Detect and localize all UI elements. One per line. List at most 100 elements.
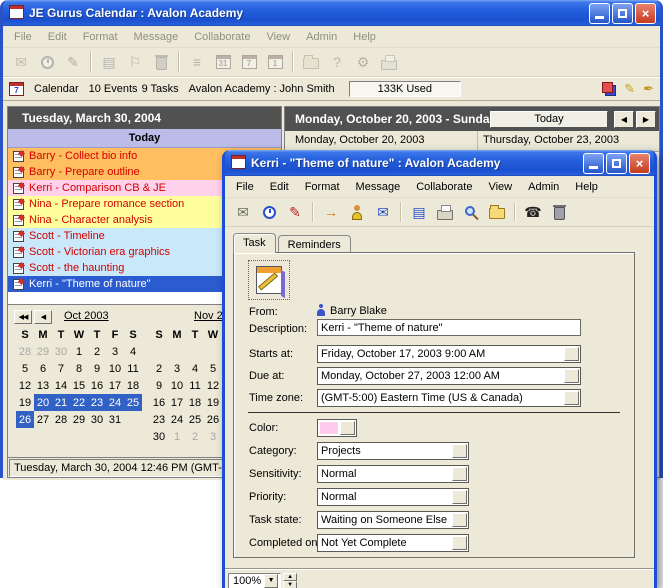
calendar-day[interactable]: 15	[70, 377, 88, 394]
calendar-day[interactable]: 3	[106, 343, 124, 360]
calendar-day[interactable]: 1	[168, 428, 186, 445]
chevron-down-icon[interactable]	[452, 536, 467, 550]
calendar-day[interactable]: 18	[124, 377, 142, 394]
calendar-day[interactable]: 9	[150, 377, 168, 394]
priority-dropdown[interactable]: Normal	[317, 488, 469, 506]
tasklist-button[interactable]: ▤	[407, 201, 431, 223]
note-button[interactable]: ✎	[283, 201, 307, 223]
starts-at-dropdown[interactable]: Friday, October 17, 2003 9:00 AM	[317, 345, 581, 363]
calendar-day[interactable]: 29	[34, 343, 52, 360]
menu-item-file[interactable]: File	[228, 179, 262, 195]
category-dropdown[interactable]: Projects	[317, 442, 469, 460]
calendar-day[interactable]: 26	[204, 411, 222, 428]
calendar-day[interactable]: 10	[106, 360, 124, 377]
prev-week-button[interactable]: ◀	[614, 111, 634, 128]
calendar-day[interactable]: 10	[168, 377, 186, 394]
calendar-day[interactable]: 6	[34, 360, 52, 377]
chevron-down-icon[interactable]	[452, 490, 467, 504]
calendar-day[interactable]: 16	[150, 394, 168, 411]
calendar-day[interactable]: 3	[168, 360, 186, 377]
calendar-day[interactable]: 13	[34, 377, 52, 394]
chevron-down-icon[interactable]	[564, 391, 579, 405]
print-button[interactable]	[433, 201, 457, 223]
calendar-day[interactable]: 24	[168, 411, 186, 428]
menu-item-view[interactable]: View	[258, 29, 298, 45]
chevron-down-icon[interactable]	[452, 444, 467, 458]
menu-item-format[interactable]: Format	[297, 179, 348, 195]
due-at-dropdown[interactable]: Monday, October 27, 2003 12:00 AM	[317, 367, 581, 385]
spin-down-button[interactable]: ▼	[283, 581, 297, 588]
month-label-oct[interactable]: Oct 2003	[64, 310, 109, 322]
calendar-day[interactable]: 30	[88, 411, 106, 428]
calendar-day[interactable]: 5	[16, 360, 34, 377]
find-button[interactable]	[459, 201, 483, 223]
chevron-down-icon[interactable]	[564, 369, 579, 383]
calendar-day[interactable]: 23	[88, 394, 106, 411]
menu-item-edit[interactable]: Edit	[262, 179, 297, 195]
chevron-down-icon[interactable]	[564, 347, 579, 361]
chevron-down-icon[interactable]	[452, 467, 467, 481]
clock-button[interactable]	[257, 201, 281, 223]
calendar-day[interactable]: 26	[16, 411, 34, 428]
today-button[interactable]: Today	[490, 111, 608, 128]
description-input[interactable]: Kerri - "Theme of nature"	[317, 319, 581, 336]
calendar-day[interactable]: 2	[150, 360, 168, 377]
task-state-dropdown[interactable]: Waiting on Someone Else	[317, 511, 469, 529]
calendar-day[interactable]: 19	[204, 394, 222, 411]
minimize-button[interactable]	[589, 3, 610, 24]
calendar-day[interactable]: 7	[52, 360, 70, 377]
dialog-maximize-button[interactable]	[606, 153, 627, 174]
calendar-day[interactable]: 2	[186, 428, 204, 445]
calendar-day[interactable]: 19	[16, 394, 34, 411]
calendar-day[interactable]: 23	[150, 411, 168, 428]
menu-item-help[interactable]: Help	[567, 179, 606, 195]
prev-month-button[interactable]: ◀	[34, 310, 52, 324]
prev-year-button[interactable]: ◀◀	[14, 310, 32, 324]
main-titlebar[interactable]: JE Gurus Calendar : Avalon Academy ×	[3, 0, 660, 26]
menu-item-message[interactable]: Message	[348, 179, 409, 195]
calendar-day[interactable]: 2	[88, 343, 106, 360]
pencil-icon[interactable]: ✎	[624, 81, 635, 97]
menu-item-view[interactable]: View	[480, 179, 520, 195]
calendar-day[interactable]: 21	[52, 394, 70, 411]
dialog-minimize-button[interactable]	[583, 153, 604, 174]
menu-item-format[interactable]: Format	[75, 29, 126, 45]
calendar-day[interactable]: 28	[16, 343, 34, 360]
calendar-day[interactable]: 30	[150, 428, 168, 445]
calendar-day[interactable]: 27	[34, 411, 52, 428]
next-week-button[interactable]: ▶	[636, 111, 656, 128]
menu-item-message[interactable]: Message	[126, 29, 187, 45]
dialog-titlebar[interactable]: Kerri - "Theme of nature" : Avalon Acade…	[225, 150, 654, 176]
menu-item-help[interactable]: Help	[345, 29, 384, 45]
calendar-day[interactable]: 3	[204, 428, 222, 445]
menu-item-edit[interactable]: Edit	[40, 29, 75, 45]
menu-item-admin[interactable]: Admin	[298, 29, 345, 45]
calendar-day[interactable]: 17	[106, 377, 124, 394]
zoom-spinner[interactable]: ▲ ▼	[283, 573, 297, 588]
forward-button[interactable]: →	[319, 201, 343, 223]
calendar-day[interactable]: 20	[34, 394, 52, 411]
menu-item-collaborate[interactable]: Collaborate	[186, 29, 258, 45]
calendar-day[interactable]: 25	[186, 411, 204, 428]
calendar-day[interactable]: 4	[186, 360, 204, 377]
menu-item-admin[interactable]: Admin	[520, 179, 567, 195]
calendar-day[interactable]: 17	[168, 394, 186, 411]
calendar-day[interactable]: 16	[88, 377, 106, 394]
calendar-day[interactable]: 12	[204, 377, 222, 394]
spin-up-button[interactable]: ▲	[283, 573, 297, 581]
phone-button[interactable]: ☎	[521, 201, 545, 223]
chevron-down-icon[interactable]	[340, 421, 355, 435]
folderup-button[interactable]	[485, 201, 509, 223]
zoom-dropdown-button[interactable]: ▼	[264, 574, 278, 588]
calendar-day[interactable]: 9	[88, 360, 106, 377]
chevron-down-icon[interactable]	[452, 513, 467, 527]
calendar-day[interactable]: 24	[106, 394, 124, 411]
tab-task[interactable]: Task	[233, 233, 276, 253]
calendar-day[interactable]: 14	[52, 377, 70, 394]
dialog-close-button[interactable]: ×	[629, 153, 650, 174]
color-dropdown[interactable]	[317, 419, 357, 437]
calendar-day[interactable]: 11	[186, 377, 204, 394]
close-button[interactable]: ×	[635, 3, 656, 24]
calendar-day[interactable]: 28	[52, 411, 70, 428]
calendar-day[interactable]: 8	[70, 360, 88, 377]
